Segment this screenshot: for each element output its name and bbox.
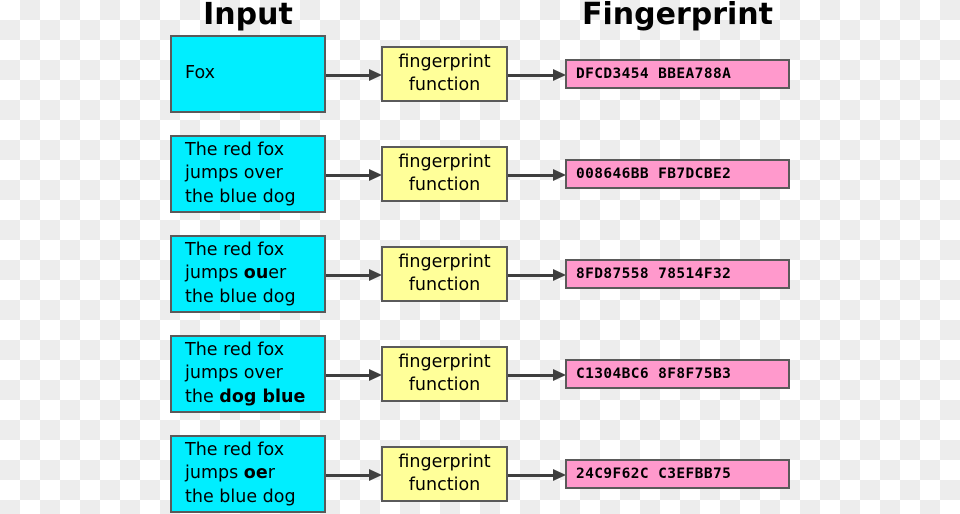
fingerprint-box: DFCD3454 BBEA788A [565, 59, 790, 89]
column-header-fingerprint: Fingerprint [581, 0, 773, 32]
input-text-segment: the [185, 386, 220, 407]
fingerprint-box: 8FD87558 78514F32 [565, 259, 790, 289]
input-text-segment: The red fox [185, 139, 285, 160]
arrow-shaft [508, 474, 555, 477]
fingerprint-box: 008646BB FB7DCBE2 [565, 159, 790, 189]
fingerprint-value: C1304BC6 8F8F75B3 [576, 366, 732, 382]
input-text-segment: The red fox [185, 239, 285, 260]
input-text: Fox [185, 62, 311, 86]
function-label-line2: function [408, 475, 481, 495]
function-label-line2: function [408, 75, 481, 95]
arrow-function-to-fingerprint [508, 169, 567, 181]
input-text: The red fox jumps over the dog blue [185, 339, 311, 410]
fingerprint-box: C1304BC6 8F8F75B3 [565, 359, 790, 389]
input-text-segment: jumps over [185, 363, 283, 384]
fingerprint-value: 8FD87558 78514F32 [576, 266, 732, 282]
input-text-segment: jumps [185, 463, 244, 484]
function-label: fingerprint function [383, 251, 506, 297]
input-text-segment: the blue dog [185, 486, 296, 507]
input-text-highlight: dog blue [219, 386, 306, 407]
input-box: The red fox jumps over the blue dog [170, 135, 326, 213]
function-label-line1: fingerprint [398, 52, 491, 72]
input-text-segment: Fox [185, 63, 215, 84]
input-text-segment: r [267, 463, 275, 484]
fingerprint-function-box: fingerprint function [381, 46, 508, 102]
function-label-line1: fingerprint [398, 452, 491, 472]
arrow-shaft [326, 474, 371, 477]
input-text: The red fox jumps ouer the blue dog [185, 239, 311, 310]
function-label-line2: function [408, 175, 481, 195]
fingerprint-box: 24C9F62C C3EFBB75 [565, 459, 790, 489]
arrow-input-to-function [326, 169, 383, 181]
function-label-line2: function [408, 275, 481, 295]
input-text-highlight: oe [243, 463, 268, 484]
input-text-highlight: ou [243, 263, 269, 284]
input-text-segment: er [268, 263, 287, 284]
input-box: The red fox jumps over the dog blue [170, 335, 326, 413]
input-text-segment: jumps [185, 263, 244, 284]
arrow-input-to-function [326, 269, 383, 281]
input-box: The red fox jumps ouer the blue dog [170, 235, 326, 313]
arrow-shaft [508, 374, 555, 377]
function-label-line2: function [408, 375, 481, 395]
diagram-canvas: Input Fingerprint Fox fingerprint function… [0, 0, 960, 514]
input-text-segment: the blue dog [185, 186, 296, 207]
function-label: fingerprint function [383, 51, 506, 97]
function-label: fingerprint function [383, 351, 506, 397]
input-text-segment: The red fox [185, 339, 285, 360]
input-box: The red fox jumps oer the blue dog [170, 435, 326, 513]
function-label-line1: fingerprint [398, 352, 491, 372]
input-text-segment: the blue dog [185, 286, 296, 307]
arrow-shaft [508, 274, 555, 277]
fingerprint-function-box: fingerprint function [381, 446, 508, 502]
arrow-function-to-fingerprint [508, 369, 567, 381]
arrow-function-to-fingerprint [508, 469, 567, 481]
arrow-input-to-function [326, 369, 383, 381]
arrow-function-to-fingerprint [508, 269, 567, 281]
fingerprint-function-box: fingerprint function [381, 246, 508, 302]
arrow-input-to-function [326, 469, 383, 481]
function-label: fingerprint function [383, 451, 506, 497]
arrow-shaft [326, 174, 371, 177]
input-text-segment: The red fox [185, 439, 285, 460]
input-text-segment: jumps over [185, 163, 283, 184]
input-box: Fox [170, 35, 326, 113]
fingerprint-function-box: fingerprint function [381, 346, 508, 402]
function-label: fingerprint function [383, 151, 506, 197]
arrow-input-to-function [326, 69, 383, 81]
arrow-shaft [326, 74, 371, 77]
input-text: The red fox jumps oer the blue dog [185, 439, 311, 510]
input-text: The red fox jumps over the blue dog [185, 139, 311, 210]
arrow-shaft [326, 374, 371, 377]
fingerprint-function-box: fingerprint function [381, 146, 508, 202]
function-label-line1: fingerprint [398, 252, 491, 272]
arrow-shaft [508, 74, 555, 77]
arrow-function-to-fingerprint [508, 69, 567, 81]
arrow-shaft [508, 174, 555, 177]
fingerprint-value: DFCD3454 BBEA788A [576, 66, 732, 82]
function-label-line1: fingerprint [398, 152, 491, 172]
fingerprint-value: 008646BB FB7DCBE2 [576, 166, 732, 182]
arrow-shaft [326, 274, 371, 277]
fingerprint-value: 24C9F62C C3EFBB75 [576, 466, 732, 482]
column-header-input: Input [203, 0, 293, 32]
